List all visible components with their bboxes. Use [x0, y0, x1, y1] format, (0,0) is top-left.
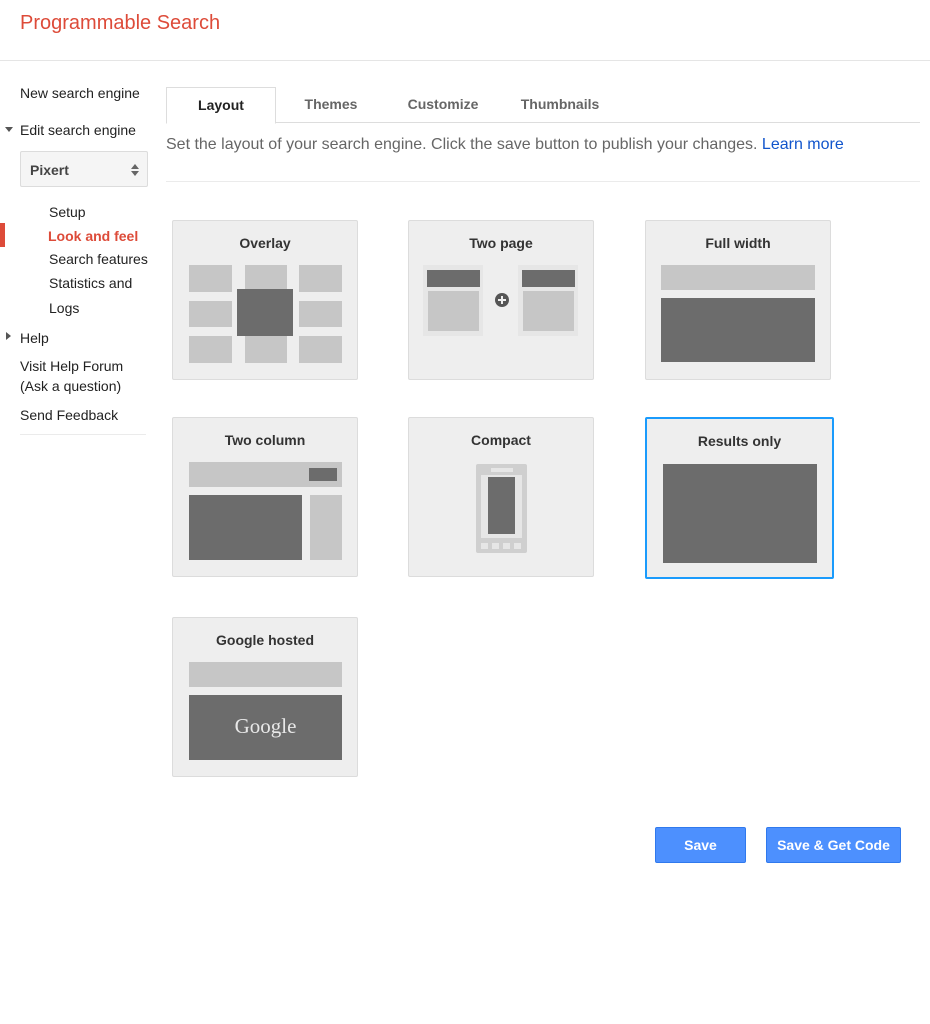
sidebar-help[interactable]: Help [20, 330, 49, 346]
layout-card-title: Results only [697, 433, 782, 449]
layout-card-results-only[interactable]: Results only [645, 417, 834, 579]
layout-card-overlay[interactable]: Overlay [172, 220, 358, 380]
save-button[interactable]: Save [655, 827, 746, 863]
learn-more-link[interactable]: Learn more [762, 136, 844, 153]
sidebar-edit-search-engine[interactable]: Edit search engine [20, 122, 136, 138]
page-description: Set the layout of your search engine. Cl… [166, 136, 844, 154]
layout-card-title: Two page [469, 235, 533, 251]
description-text: Set the layout of your search engine. Cl… [166, 136, 758, 153]
sidebar-item-logs[interactable]: Logs [49, 300, 79, 316]
expanded-triangle-icon[interactable] [5, 127, 13, 132]
active-item-indicator [0, 223, 5, 247]
layout-card-compact[interactable]: Compact [408, 417, 594, 577]
sidebar-divider [20, 434, 146, 435]
sidebar-item-statistics-and-logs[interactable]: Statistics and [49, 275, 132, 291]
tab-bar: Layout Themes Customize Thumbnails [166, 87, 920, 124]
select-arrow-down-icon [131, 171, 139, 176]
save-and-get-code-button[interactable]: Save & Get Code [766, 827, 901, 863]
description-divider [166, 181, 920, 182]
sidebar-item-look-and-feel[interactable]: Look and feel [48, 228, 138, 244]
sidebar-help-forum[interactable]: Visit Help Forum [20, 358, 123, 374]
layout-card-two-column[interactable]: Two column [172, 417, 358, 577]
header: Programmable Search [0, 0, 930, 61]
collapsed-triangle-icon[interactable] [6, 332, 11, 340]
layout-card-google-hosted[interactable]: Google hosted Google [172, 617, 358, 777]
tab-customize[interactable]: Customize [386, 87, 500, 123]
sidebar-item-search-features[interactable]: Search features [49, 251, 148, 267]
layout-card-title: Google hosted [216, 632, 314, 648]
app-title[interactable]: Programmable Search [20, 12, 220, 35]
layout-card-two-page[interactable]: Two page [408, 220, 594, 380]
sidebar-help-forum-sub[interactable]: (Ask a question) [20, 378, 121, 394]
layout-card-full-width[interactable]: Full width [645, 220, 831, 380]
layout-card-title: Overlay [239, 235, 291, 251]
sidebar-item-setup[interactable]: Setup [49, 204, 86, 220]
tab-layout[interactable]: Layout [166, 87, 276, 124]
layout-card-title: Compact [471, 432, 531, 448]
search-engine-select[interactable]: Pixert [20, 151, 148, 187]
sidebar-new-search-engine[interactable]: New search engine [20, 85, 140, 101]
google-logo: Google [234, 714, 297, 738]
tab-thumbnails[interactable]: Thumbnails [500, 87, 620, 123]
layout-card-title: Two column [224, 432, 306, 448]
tab-themes[interactable]: Themes [276, 87, 386, 123]
plus-icon [495, 293, 509, 307]
search-engine-select-value: Pixert [30, 162, 69, 178]
sidebar-send-feedback[interactable]: Send Feedback [20, 407, 118, 423]
select-arrow-up-icon [131, 164, 139, 169]
layout-card-title: Full width [705, 235, 771, 251]
